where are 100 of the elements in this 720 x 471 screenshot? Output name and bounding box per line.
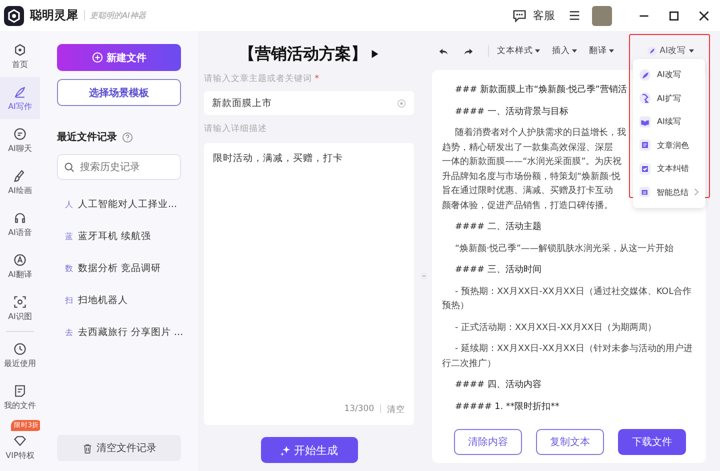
file-mark: 数	[65, 262, 73, 274]
new-file-button[interactable]: 新建文件	[57, 44, 181, 71]
chat-icon	[13, 126, 27, 140]
caret-icon	[609, 49, 614, 53]
caret-icon	[535, 49, 540, 53]
scan-icon	[13, 294, 27, 308]
template-title: 【营销活动方案】	[239, 44, 367, 64]
nav-item[interactable]: 我的文件	[0, 376, 40, 418]
document-heading: #### 一、活动背景与目标	[454, 106, 568, 116]
plus-icon	[92, 52, 102, 63]
document-button[interactable]: 清除内容	[454, 429, 522, 455]
toolbar-dropdown[interactable]: 翻译	[589, 45, 614, 57]
caret-icon	[689, 49, 694, 53]
check-icon	[639, 162, 651, 175]
play-icon[interactable]	[371, 49, 379, 59]
app-name: 聪明灵犀	[30, 7, 78, 24]
document-heading: ### 新款面膜上市“焕新颜·悦己季”营销活	[454, 85, 627, 95]
separator: |	[379, 404, 382, 416]
file-record[interactable]: 扫 扫地机器人	[57, 284, 181, 316]
nav-item[interactable]: AI识图	[0, 287, 40, 329]
search-icon	[64, 162, 75, 172]
field-label: 请输入详细描述	[204, 123, 268, 135]
template-button[interactable]: 选择场景模板	[57, 79, 181, 106]
menu-item[interactable]: AI改写	[633, 63, 705, 86]
feather-icon	[639, 68, 651, 81]
brush-icon	[13, 168, 27, 182]
pen-icon	[13, 84, 27, 98]
chat-icon[interactable]	[512, 8, 527, 23]
document-heading: ##### 1. **限时折扣**	[454, 402, 560, 412]
file-name: 扫地机器人	[78, 294, 128, 306]
home-icon	[13, 42, 27, 56]
file-name: 人工智能对人工择业...	[78, 198, 178, 210]
menu-icon[interactable]	[567, 8, 582, 23]
avatar[interactable]	[592, 6, 612, 26]
document-text: - 预热期：XX月XX日-XX月XX日（通过社交媒体、KOL合作	[454, 286, 692, 296]
document-text: “焕新颜·悦己季”——解锁肌肤水润光采，从这一片开始	[454, 244, 674, 254]
nav-item[interactable]: AI写作	[0, 77, 40, 119]
nav-item[interactable]: AI语音	[0, 203, 40, 245]
document-text: 升品牌知名度与市场份额，特策划“焕新颜·悦	[442, 172, 620, 182]
clear-link[interactable]: 清空	[387, 404, 405, 416]
file-mark: 扫	[65, 294, 73, 306]
file-name: 数据分析 竞品调研	[78, 262, 162, 274]
generate-button[interactable]: 开始生成	[260, 437, 358, 463]
toolbar-dropdown[interactable]: 插入	[552, 45, 577, 57]
nav-item[interactable]: AI聊天	[0, 119, 40, 161]
document-heading: #### 二、活动主题	[454, 222, 542, 232]
caret-icon	[572, 49, 577, 53]
maximize-icon[interactable]	[668, 10, 680, 22]
nav-item[interactable]: VIP特权	[0, 431, 40, 463]
nav-item[interactable]: 最近使用	[0, 334, 40, 376]
diamond-icon	[13, 434, 27, 448]
nav-item[interactable]: AI翻译	[0, 245, 40, 287]
menu-item[interactable]: AI续写	[633, 110, 705, 134]
document-text: 颜奢体验，促进产品销售，打造口碑传播。	[442, 200, 613, 210]
book-icon	[639, 116, 651, 128]
file-record[interactable]: 人 人工智能对人工择业...	[57, 188, 181, 220]
ai-rewrite-dropdown[interactable]: AI改写	[646, 45, 694, 57]
toolbar-dropdown[interactable]: 文本样式	[497, 45, 540, 57]
file-record[interactable]: 去 去西藏旅行 分享图片 ...	[57, 316, 181, 348]
clear-records-button[interactable]: 清空文件记录	[57, 435, 181, 461]
feather-icon	[646, 46, 657, 56]
translate-icon	[13, 252, 27, 266]
document-button[interactable]: 下载文件	[618, 429, 686, 455]
nav-item[interactable]: AI绘画	[0, 161, 40, 203]
headset-icon	[13, 210, 27, 224]
char-count: 13/300	[344, 404, 374, 416]
document-heading: #### 三、活动时间	[454, 265, 542, 275]
file-record[interactable]: 蓝 蓝牙耳机 续航强	[57, 220, 181, 252]
menu-item[interactable]: 文本纠错	[633, 157, 705, 180]
app-slogan: 更聪明的AI神器	[84, 10, 146, 21]
document-text: - 正式活动期：XX月XX日-XX月XX日（为期两周）	[454, 322, 656, 332]
description-field[interactable]: 限时活动，满减，买赠，打卡 13/300 | 清空	[204, 143, 414, 425]
close-icon[interactable]	[698, 10, 710, 22]
nav-item[interactable]: 首页	[0, 35, 40, 77]
help-icon[interactable]	[122, 132, 133, 142]
document-heading: #### 四、活动内容	[454, 380, 542, 390]
document-text: - 延续期：XX月XX日-XX月XX日（针对未参与活动的用户进	[454, 344, 692, 354]
menu-item[interactable]: AI扩写	[633, 86, 705, 110]
search-field[interactable]: 搜索历史记录	[57, 154, 181, 180]
document-button[interactable]: 复制文本	[536, 429, 604, 455]
sparkle-icon	[280, 444, 291, 456]
menu-item[interactable]: 智能总结	[633, 180, 705, 204]
logo-icon	[4, 6, 24, 26]
document-text: 趋势，精心研发出了一款集高效保湿、深层	[442, 142, 613, 152]
document-text: 旨在通过限时优惠、满减、买赠及打卡互动	[442, 186, 613, 196]
clock-icon	[13, 342, 27, 356]
file-mark: 去	[65, 326, 73, 338]
file-mark: 人	[65, 198, 73, 210]
menu-item[interactable]: 文章润色	[633, 134, 705, 157]
service-link[interactable]: 客服	[533, 8, 555, 23]
file-name: 蓝牙耳机 续航强	[78, 230, 152, 242]
resize-handle-icon[interactable]	[420, 272, 428, 280]
file-icon	[13, 384, 27, 398]
document-text: 随着消费者对个人护肤需求的日益增长，我	[454, 128, 626, 138]
document-text: 一体的新款面膜——“水润光采面膜”。为庆祝	[442, 157, 622, 167]
document-text: 预热）	[442, 301, 469, 311]
file-mark: 蓝	[65, 230, 73, 242]
file-record[interactable]: 数 数据分析 竞品调研	[57, 252, 181, 284]
field-label: 请输入文章主题或者关键词 *	[204, 73, 320, 85]
topic-field[interactable]: 新款面膜上市	[204, 91, 414, 115]
